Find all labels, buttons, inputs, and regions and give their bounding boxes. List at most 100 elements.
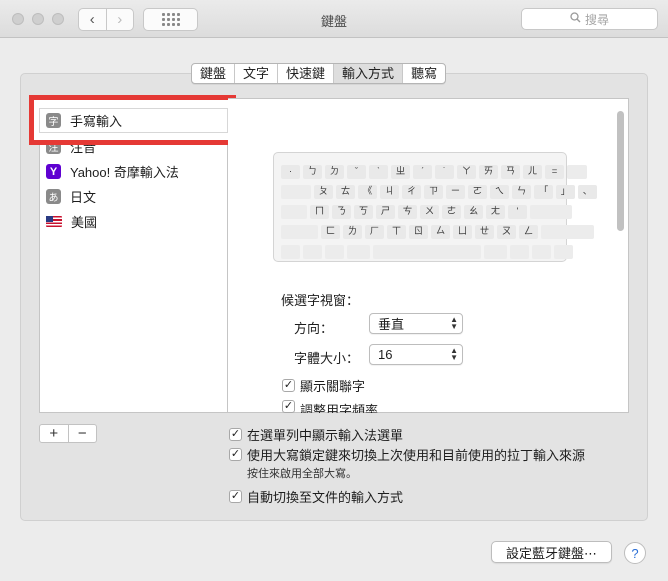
show-associated-words-checkbox[interactable]: ✓ 顯示關聯字 [282, 376, 365, 395]
key: ㄙ [431, 225, 450, 239]
list-item-yahoo[interactable]: Y Yahoo! 奇摩輸入法 [40, 159, 227, 184]
key: ㄊ [336, 185, 355, 199]
keyboard-layout-preview: · ㄅ ㄉ ˇ ˋ ㄓ ˊ ˙ ㄚ ㄞ ㄢ ㄦ = ㄆ ㄊ 《 ㄐ ㄔ ㄗ ㄧ … [273, 152, 597, 262]
key: ㄩ [453, 225, 472, 239]
key [281, 225, 318, 239]
adjust-word-frequency-checkbox[interactable]: ✓ 調整用字頻率 [282, 400, 378, 413]
checkbox-label: 使用大寫鎖定鍵來切換上次使用和目前使用的拉丁輸入來源 [247, 448, 586, 463]
handwriting-icon: 字 [46, 113, 61, 128]
remove-input-source-button[interactable]: − [67, 425, 97, 442]
key [567, 165, 587, 179]
list-item-handwriting[interactable]: 字 手寫輸入 [39, 108, 228, 133]
checkbox-label: 自動切換至文件的輸入方式 [247, 490, 404, 505]
key: ㄕ [376, 205, 395, 219]
checkbox-label: 顯示關聯字 [300, 379, 366, 394]
japanese-icon: あ [46, 189, 61, 204]
yahoo-icon: Y [46, 164, 61, 179]
direction-select[interactable]: 垂直 ▲ ▼ [369, 313, 463, 334]
tab-dictation[interactable]: 聽寫 [403, 64, 445, 83]
key: = [545, 165, 564, 179]
key: ˙ [435, 165, 454, 179]
key: ㄎ [354, 205, 373, 219]
font-size-value: 16 [378, 347, 393, 362]
keyboard-row-1: · ㄅ ㄉ ˇ ˋ ㄓ ˊ ˙ ㄚ ㄞ ㄢ ㄦ = [281, 165, 587, 179]
key: ㄜ [442, 205, 461, 219]
checkmark-icon: ✓ [229, 428, 242, 441]
key: ㄉ [325, 165, 344, 179]
scrollbar[interactable] [617, 111, 624, 231]
key: ㄘ [398, 205, 417, 219]
tab-keyboard[interactable]: 鍵盤 [192, 64, 236, 83]
search-placeholder: 搜尋 [584, 12, 609, 27]
checkbox-label: 調整用字頻率 [300, 403, 379, 413]
add-remove-buttons: + − [39, 424, 97, 443]
tab-shortcuts[interactable]: 快速鍵 [278, 64, 335, 83]
title-bar: ‹ › 鍵盤 搜尋 [0, 0, 668, 38]
search-icon [570, 12, 581, 26]
keyboard-row-2: ㄆ ㄊ 《 ㄐ ㄔ ㄗ ㄧ ㄛ ㄟ ㄣ 「 」 、 [281, 185, 597, 199]
key: ㄇ [310, 205, 329, 219]
key [325, 245, 344, 259]
tab-text[interactable]: 文字 [235, 64, 279, 83]
key: ㄋ [332, 205, 351, 219]
key: · [281, 165, 300, 179]
checkbox-label: 在選單列中顯示輸入法選單 [247, 428, 404, 443]
setup-bluetooth-keyboard-button[interactable]: 設定藍牙鍵盤⋯ [491, 541, 612, 563]
caps-lock-note: 按住來啟用全部大寫。 [247, 468, 357, 480]
key: ㄅ [303, 165, 322, 179]
font-size-select[interactable]: 16 ▲ ▼ [369, 344, 463, 365]
key: ㄏ [365, 225, 384, 239]
direction-label: 方向： [294, 321, 334, 336]
list-item-label: 日文 [70, 190, 97, 205]
key: ㄣ [512, 185, 531, 199]
checkmark-icon: ✓ [229, 448, 242, 461]
key: 「 [534, 185, 553, 199]
list-item-label: Yahoo! 奇摩輸入法 [70, 165, 179, 180]
keyboard-row-4: ㄈ ㄌ ㄏ ㄒ ㄖ ㄙ ㄩ ㄝ ㄡ ㄥ [281, 225, 594, 239]
key: ㄥ [519, 225, 538, 239]
key: ㄡ [497, 225, 516, 239]
list-item-us[interactable]: 美國 [40, 209, 227, 234]
font-size-label: 字體大小： [294, 351, 360, 366]
key [541, 225, 594, 239]
help-button[interactable]: ? [624, 542, 646, 564]
key [347, 245, 370, 259]
tab-input-sources[interactable]: 輸入方式 [334, 64, 404, 83]
key: ㄔ [402, 185, 421, 199]
tab-bar: 鍵盤 文字 快速鍵 輸入方式 聽寫 [191, 63, 447, 84]
key [554, 245, 573, 259]
auto-switch-input-checkbox[interactable]: ✓ 自動切換至文件的輸入方式 [229, 487, 403, 506]
checkmark-icon: ✓ [282, 400, 295, 413]
key: ㄐ [380, 185, 399, 199]
key: ㄢ [501, 165, 520, 179]
list-item-japanese[interactable]: あ 日文 [40, 184, 227, 209]
key: ㄦ [523, 165, 542, 179]
show-input-menu-checkbox[interactable]: ✓ 在選單列中顯示輸入法選單 [229, 425, 403, 444]
us-flag-icon [46, 216, 62, 227]
key: ㄞ [479, 165, 498, 179]
checkmark-icon: ✓ [229, 490, 242, 503]
direction-value: 垂直 [378, 317, 405, 332]
key [532, 245, 551, 259]
key: ˋ [369, 165, 388, 179]
key: ㄟ [490, 185, 509, 199]
candidate-window-heading: 候選字視窗： [281, 293, 360, 308]
key: ㄈ [321, 225, 340, 239]
keyboard-row-5 [281, 245, 573, 259]
add-input-source-button[interactable]: + [40, 425, 68, 442]
key: ' [508, 205, 527, 219]
list-item-label: 美國 [71, 215, 98, 230]
caps-lock-switch-checkbox[interactable]: ✓ 使用大寫鎖定鍵來切換上次使用和目前使用的拉丁輸入來源 [229, 445, 585, 464]
key: ㄠ [464, 205, 483, 219]
key [303, 245, 322, 259]
key: ㄛ [468, 185, 487, 199]
key: ㄆ [314, 185, 333, 199]
key [281, 245, 300, 259]
keyboard-row-3: ㄇ ㄋ ㄎ ㄕ ㄘ ㄨ ㄜ ㄠ ㄤ ' [281, 205, 572, 219]
input-source-list[interactable]: 注 注音 Y Yahoo! 奇摩輸入法 あ 日文 美國 [39, 98, 228, 413]
key [510, 245, 529, 259]
key: ㄒ [387, 225, 406, 239]
updown-chevron-icon: ▲ ▼ [450, 315, 458, 331]
search-field[interactable]: 搜尋 [521, 8, 658, 30]
key: ㄖ [409, 225, 428, 239]
